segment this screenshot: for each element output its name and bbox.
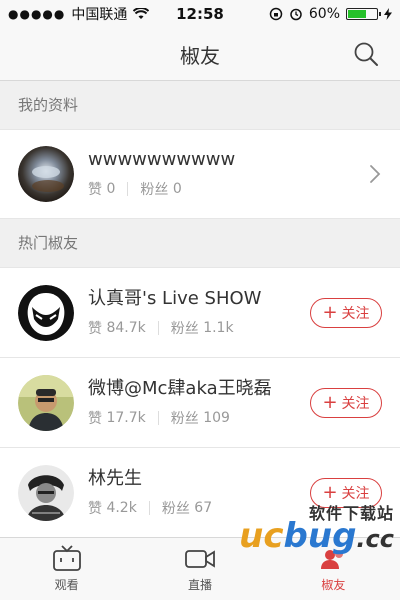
my-profile-row[interactable]: wwwwwwwwww 赞 0 粉丝 0 [0, 129, 400, 219]
fans-label: 粉丝 [140, 182, 169, 198]
fans-label: 粉丝 [170, 410, 199, 427]
search-icon[interactable] [352, 40, 380, 68]
user-row[interactable]: 林先生 赞 4.2k 粉丝 67 + 关注 [0, 448, 400, 538]
chevron-right-icon [370, 165, 381, 183]
tv-icon [52, 545, 81, 571]
status-bar: ●●●●● 中国联通 12:58 60% [0, 0, 400, 28]
fans-count: 67 [194, 499, 213, 516]
user-row[interactable]: 认真哥's Live SHOW 赞 84.7k 粉丝 1.1k + 关注 [0, 268, 400, 358]
follow-button[interactable]: + 关注 [310, 387, 382, 418]
user-name: 林先生 [88, 467, 142, 489]
user-row[interactable]: 微博@Mc肆aka王晓磊 赞 17.7k 粉丝 109 + 关注 [0, 358, 400, 448]
follow-label: 关注 [341, 485, 370, 502]
user-name: 微博@Mc肆aka王晓磊 [88, 377, 272, 399]
tab-label: 直播 [187, 578, 212, 592]
likes-count: 4.2k [106, 499, 137, 516]
friends-icon [321, 550, 344, 569]
carrier-label: 中国联通 [71, 7, 128, 23]
section-my-profile: 我的资料 [0, 81, 400, 129]
avatar [18, 146, 74, 202]
tab-live[interactable]: 直播 [133, 538, 266, 600]
divider [157, 320, 159, 335]
tab-watch[interactable]: 观看 [0, 538, 133, 600]
user-name: 认真哥's Live SHOW [88, 287, 262, 309]
likes-count: 17.7k [106, 409, 146, 426]
plus-icon: + [322, 481, 338, 503]
avatar [18, 284, 74, 341]
likes-count: 84.7k [106, 319, 146, 336]
status-time: 12:58 [176, 5, 224, 23]
follow-label: 关注 [341, 395, 370, 412]
fans-label: 粉丝 [161, 500, 190, 517]
follow-button[interactable]: + 关注 [310, 477, 382, 508]
avatar [18, 374, 74, 431]
divider [148, 500, 150, 515]
plus-icon: + [322, 301, 338, 323]
follow-button[interactable]: + 关注 [310, 297, 382, 328]
tab-label: 观看 [54, 578, 79, 592]
fans-count: 0 [172, 181, 182, 197]
avatar [18, 464, 74, 521]
wifi-icon [133, 8, 150, 19]
likes-label: 赞 [88, 410, 102, 427]
follow-label: 关注 [341, 305, 370, 322]
fans-count: 1.1k [203, 319, 234, 336]
plus-icon: + [322, 391, 338, 413]
fans-count: 109 [203, 409, 230, 426]
charging-icon [384, 8, 392, 20]
divider [127, 182, 129, 196]
rotation-lock-icon [269, 7, 283, 21]
likes-label: 赞 [88, 182, 102, 198]
divider [157, 410, 159, 425]
nav-bar: 椒友 [0, 28, 400, 81]
page-title: 椒友 [180, 43, 220, 68]
tab-friends[interactable]: 椒友 [267, 538, 400, 600]
alarm-icon [290, 8, 302, 21]
battery-percent: 60% [308, 6, 340, 22]
likes-label: 赞 [88, 320, 102, 337]
section-hot-friends: 热门椒友 [0, 219, 400, 267]
tab-label: 椒友 [321, 578, 346, 592]
fans-label: 粉丝 [170, 320, 199, 337]
signal-icon: ●●●●● [8, 7, 66, 21]
tab-bar: 观看 直播 椒友 [0, 537, 400, 600]
video-camera-icon [185, 550, 215, 568]
battery-icon [346, 8, 381, 20]
likes-count: 0 [106, 181, 116, 197]
profile-name: wwwwwwwwww [88, 149, 236, 170]
likes-label: 赞 [88, 500, 102, 517]
